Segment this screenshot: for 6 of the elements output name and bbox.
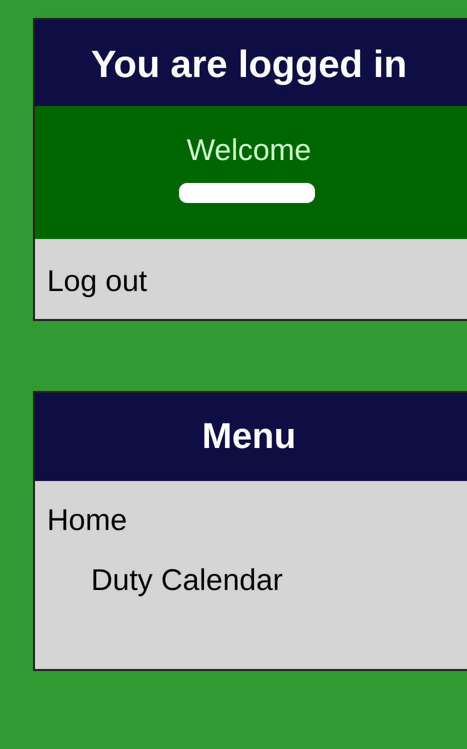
welcome-text: Welcome <box>186 133 312 169</box>
logout-link[interactable]: Log out <box>47 265 148 298</box>
panel-title: You are logged in <box>35 20 467 106</box>
menu-link[interactable]: Duty Calendar <box>47 561 283 601</box>
menu-link[interactable]: Home <box>47 501 128 541</box>
panel-title: Menu <box>35 393 467 481</box>
